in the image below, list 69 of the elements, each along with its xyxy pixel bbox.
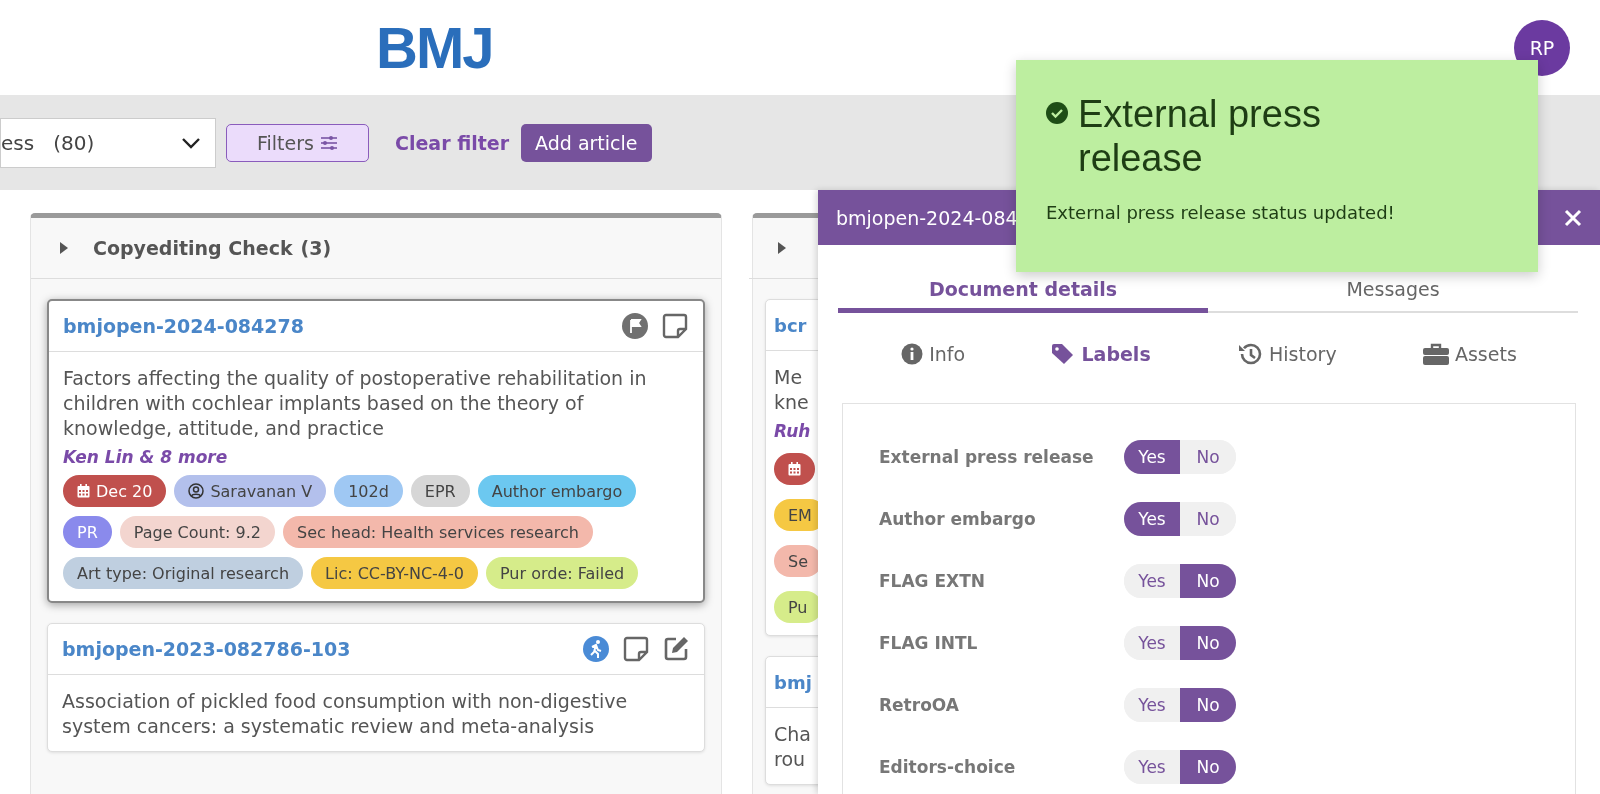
toggle-option[interactable]: No: [1180, 750, 1236, 784]
article-id-link[interactable]: bcr: [774, 314, 807, 336]
article-id-link[interactable]: bmj: [774, 671, 812, 693]
subtab[interactable]: Assets: [1422, 343, 1517, 365]
note-icon[interactable]: [622, 635, 650, 663]
caret-right-icon[interactable]: [777, 241, 787, 255]
subtab[interactable]: Labels: [1051, 343, 1151, 365]
column-title: Copyediting Check: [93, 237, 293, 259]
column-count: (3): [300, 237, 332, 259]
caret-right-icon[interactable]: [59, 241, 69, 255]
due-date-tag: Dec 20: [63, 475, 167, 507]
note-icon[interactable]: [661, 312, 689, 340]
subtab[interactable]: Info: [901, 343, 966, 365]
toggle-option[interactable]: No: [1180, 688, 1236, 722]
calendar-icon: [788, 462, 801, 476]
add-article-button[interactable]: Add article: [521, 123, 652, 162]
calendar-icon: [77, 484, 90, 498]
status-select[interactable]: ess (80): [0, 117, 216, 168]
label-name: Editors-choice: [879, 757, 1017, 777]
check-circle-icon: [1046, 102, 1068, 124]
logo[interactable]: BMJ: [376, 14, 493, 81]
initials-badge: PR: [63, 516, 112, 548]
flag-icon[interactable]: [621, 312, 649, 340]
drawer-title: bmjopen-2024-084: [836, 206, 1018, 229]
edit-icon[interactable]: [662, 635, 690, 663]
toast-message: External press release status updated!: [1046, 202, 1396, 223]
label-tag: 102d: [334, 475, 403, 507]
sliders-icon: [320, 135, 338, 150]
article-title: kne: [774, 390, 809, 415]
label-tag: Author embargo: [477, 475, 637, 507]
label-name: FLAG INTL: [879, 633, 979, 653]
label-tag: Lic: CC-BY-NC-4-0: [311, 557, 478, 589]
subtab[interactable]: History: [1237, 342, 1337, 366]
tab[interactable]: Messages: [1208, 245, 1578, 313]
article-title: rou: [774, 747, 806, 772]
article-title: Me: [774, 365, 803, 390]
article-title: Association of pickled food consumption with non-digestive system cancers: a systematic review and meta-analysis: [62, 689, 629, 739]
clear-filter-link[interactable]: Clear filter: [395, 131, 510, 154]
info-icon: [901, 343, 924, 365]
toast-title: External press release: [1078, 92, 1322, 180]
label-name: FLAG EXTN: [879, 571, 987, 591]
label-tag: Art type: Original research: [63, 557, 303, 589]
article-title: Factors affecting the quality of postoperative rehabilitation in children with cochlear implants based on the theory of knowledge, attitude, and practice: [63, 366, 648, 441]
article-card[interactable]: bmjopen-2023-082786-103 Association of pickled food consumption with non-digestive system cancers: a systematic review and meta-analysis: [47, 623, 705, 752]
label-tag: Pur orde: Failed: [486, 557, 639, 589]
label-name: Author embargo: [879, 509, 1037, 529]
briefcase-icon: [1422, 343, 1449, 365]
close-icon[interactable]: [1564, 208, 1582, 227]
toggle-option[interactable]: No: [1180, 564, 1236, 598]
history-icon: [1237, 342, 1264, 366]
toggle-option[interactable]: Yes: [1124, 502, 1180, 536]
authors-link[interactable]: Ken Lin & 8 more: [63, 447, 689, 467]
runner-icon[interactable]: [582, 635, 610, 663]
article-id-link[interactable]: bmjopen-2023-082786-103: [62, 638, 351, 660]
label-name: RetroOA: [879, 695, 960, 715]
filters-button[interactable]: Filters: [226, 123, 369, 162]
label-tag: EPR: [410, 475, 470, 507]
tag-icon: [1051, 343, 1076, 365]
label-tag: Page Count: 9.2: [119, 516, 276, 548]
article-card[interactable]: [47, 299, 705, 603]
label-tag: Sec head: Health services research: [283, 516, 593, 548]
assignee-tag: Saravanan V: [174, 475, 327, 507]
toggle-option[interactable]: Yes: [1124, 440, 1180, 474]
label-name: External press release: [879, 447, 1095, 467]
article-id-link[interactable]: bmjopen-2024-084278: [63, 315, 304, 337]
user-icon: [188, 483, 205, 499]
article-title: Cha: [774, 722, 811, 747]
chevron-down-icon: [181, 136, 201, 149]
toggle-option[interactable]: No: [1180, 626, 1236, 660]
